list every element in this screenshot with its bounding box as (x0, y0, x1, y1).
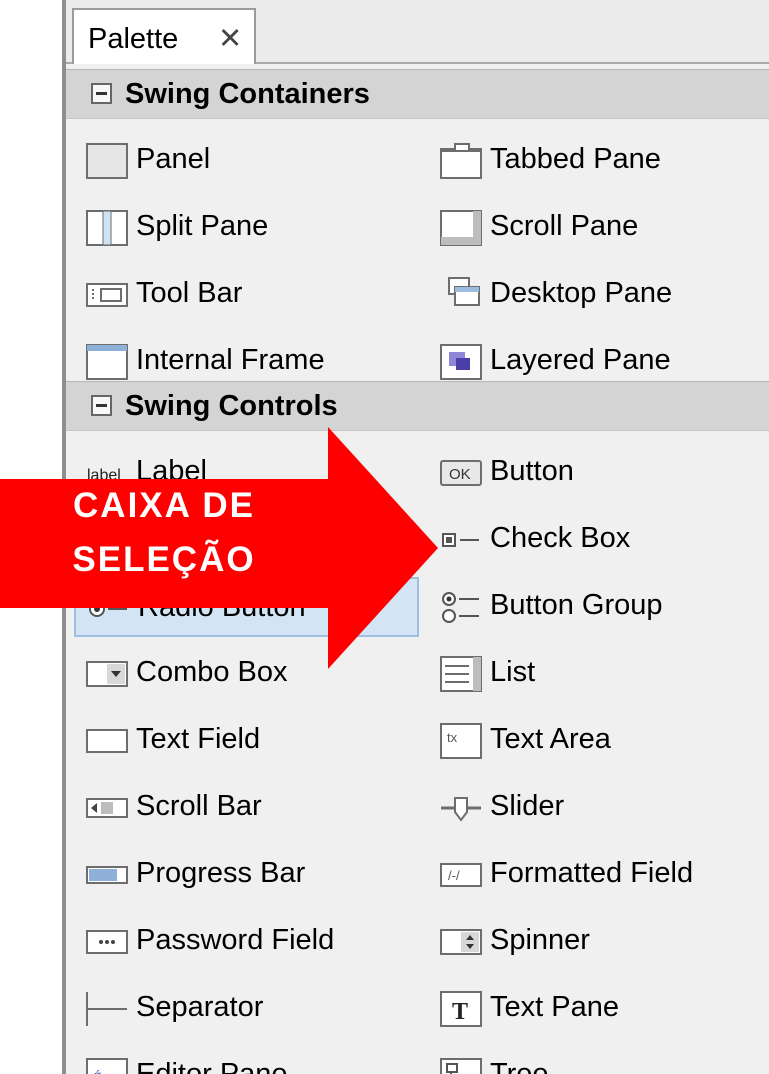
palette-item-label: Button (490, 455, 574, 487)
tabbed-pane-icon (440, 143, 482, 179)
split-pane-icon (86, 210, 128, 246)
palette-item-label: Formatted Field (490, 857, 694, 889)
palette-item-label: Internal Frame (136, 344, 325, 376)
palette-item-scroll-pane[interactable]: Scroll Pane (428, 198, 769, 258)
svg-text:label: label (87, 467, 121, 484)
palette-item-label: Panel (136, 143, 211, 175)
palette-item-combo-box[interactable]: Combo Box (74, 644, 419, 704)
button-group-icon (442, 592, 479, 623)
palette-window: Palette ✕ Swing Containers Panel Tabbed P… (0, 0, 769, 1074)
category-label: Swing Controls (125, 390, 338, 422)
palette-item-text-pane[interactable]: T Text Pane (428, 979, 769, 1039)
palette-item-label: Check Box (490, 522, 631, 554)
palette-item-label: Split Pane (136, 210, 269, 242)
annotation-text-line2: SELEÇÃO (72, 540, 256, 579)
palette-item-text-field[interactable]: Text Field (74, 711, 419, 771)
palette-item-label: Scroll Pane (490, 210, 639, 242)
palette-item-list[interactable]: List (428, 644, 769, 704)
check-box-icon (442, 533, 479, 547)
svg-text:T: T (452, 999, 468, 1025)
editor-pane-icon: ǿ (86, 1058, 128, 1074)
internal-frame-icon (86, 344, 128, 380)
palette-item-label: Label (136, 455, 207, 487)
palette-item-password-field[interactable]: Password Field (74, 912, 419, 972)
svg-text:tx: tx (447, 730, 458, 745)
collapse-icon[interactable] (91, 395, 112, 416)
palette-item-button-group[interactable]: Button Group (428, 577, 769, 637)
palette-item-label: Button Group (490, 589, 663, 621)
spinner-icon (440, 929, 482, 955)
palette-item-button[interactable]: OK Button (428, 443, 769, 503)
palette-item-spinner[interactable]: Spinner (428, 912, 769, 972)
palette-item-label: Slider (490, 790, 565, 822)
scroll-bar-icon (86, 798, 128, 818)
collapse-icon[interactable] (91, 83, 112, 104)
text-field-icon (86, 729, 128, 753)
palette-item-label: Combo Box (136, 656, 288, 688)
palette-item-label: List (490, 656, 536, 688)
palette-item-label: Progress Bar (136, 857, 306, 889)
palette-item-label: Editor Pane (136, 1058, 288, 1074)
palette-item-editor-pane[interactable]: ǿ Editor Pane (74, 1046, 419, 1074)
svg-text:/-/: /-/ (448, 868, 460, 883)
close-icon[interactable]: ✕ (218, 21, 242, 56)
button-icon: OK (440, 460, 482, 486)
palette-item-label: Tabbed Pane (490, 143, 661, 175)
palette-item-scroll-bar[interactable]: Scroll Bar (74, 778, 419, 838)
palette-item-desktop-pane[interactable]: Desktop Pane (428, 265, 769, 325)
palette-item-label: Password Field (136, 924, 335, 956)
palette-item-label: Layered Pane (490, 344, 671, 376)
palette-item-panel[interactable]: Panel (74, 131, 419, 191)
palette-item-label: Separator (136, 991, 264, 1023)
palette-item-slider[interactable]: Slider (428, 778, 769, 838)
combo-box-icon (86, 661, 128, 687)
text-pane-icon: T (440, 991, 482, 1027)
palette-item-label: Text Pane (490, 991, 619, 1023)
palette-item-formatted-field[interactable]: /-/ Formatted Field (428, 845, 769, 905)
tab-palette[interactable]: Palette ✕ (72, 8, 256, 64)
annotation-text-line1: CAIXA DE (73, 486, 255, 525)
palette-item-label: Radio Button (138, 591, 306, 623)
palette-item-label: Tool Bar (136, 277, 243, 309)
progress-bar-icon (86, 866, 128, 884)
password-field-icon (86, 930, 128, 954)
slider-icon (441, 797, 481, 822)
palette-item-label: Spinner (490, 924, 590, 956)
text-area-icon: tx (440, 723, 482, 759)
svg-text:ǿ: ǿ (93, 1067, 102, 1074)
palette-item-tree[interactable]: Tree (428, 1046, 769, 1074)
layered-pane-icon (440, 344, 482, 380)
scroll-pane-icon (440, 210, 482, 246)
svg-text:OK: OK (449, 466, 471, 483)
palette-item-text-area[interactable]: tx Text Area (428, 711, 769, 771)
palette-item-progress-bar[interactable]: Progress Bar (74, 845, 419, 905)
list-icon (440, 656, 482, 692)
category-swing-containers[interactable]: Swing Containers (66, 69, 769, 119)
palette-item-label: Tree (490, 1058, 549, 1074)
separator-icon (86, 992, 127, 1026)
palette-item-tabbed-pane[interactable]: Tabbed Pane (428, 131, 769, 191)
palette-item-split-pane[interactable]: Split Pane (74, 198, 419, 258)
palette-item-label: Text Field (136, 723, 261, 755)
palette-item-label: Desktop Pane (490, 277, 673, 309)
tree-icon (440, 1058, 482, 1074)
panel-icon (86, 143, 128, 179)
palette-item-label: Text Area (490, 723, 611, 755)
category-swing-controls[interactable]: Swing Controls (66, 381, 769, 431)
palette-item-separator[interactable]: Separator (74, 979, 419, 1039)
palette-item-tool-bar[interactable]: Tool Bar (74, 265, 419, 325)
tab-label: Palette (88, 23, 179, 55)
palette-item-label: Scroll Bar (136, 790, 262, 822)
palette-item-radio-button[interactable]: Radio Button (74, 577, 419, 637)
radio-button-icon (89, 601, 127, 617)
category-label: Swing Containers (125, 78, 370, 110)
tool-bar-icon (86, 283, 128, 307)
left-margin (0, 0, 62, 1074)
formatted-field-icon: /-/ (440, 863, 482, 887)
palette-item-check-box[interactable]: Check Box (428, 510, 769, 570)
tab-bar: Palette ✕ (66, 0, 769, 64)
desktop-pane-icon (448, 277, 480, 306)
